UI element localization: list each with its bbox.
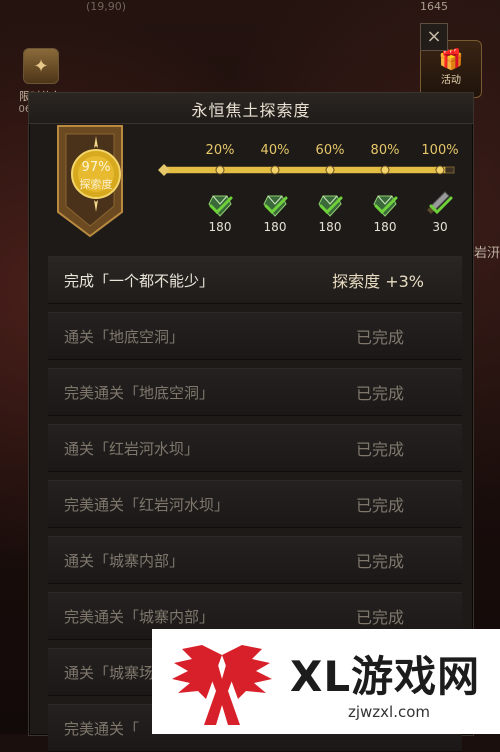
milestone-node-2 [270,165,280,175]
task-name: 完美通关「 [64,720,140,738]
reward-item[interactable]: 180 [310,190,350,234]
milestone-node-5 [435,165,445,175]
watermark: XL游戏网 zjwzxl.com [152,629,500,734]
task-name: 通关「红岩河水坝」 [64,440,200,458]
exploration-emblem: 97% 探索度 [52,122,128,240]
task-row[interactable]: 通关「红岩河水坝」 已完成 [48,424,462,472]
top-status-bar: (19,90) 1645 [0,0,500,18]
reward-item[interactable]: 180 [365,190,405,234]
reward-qty: 180 [263,220,287,234]
close-icon: × [426,26,442,47]
reward-item[interactable]: 180 [200,190,240,234]
winged-x-logo-icon [172,645,272,725]
task-status: 探索度 +3% [332,272,424,291]
task-name: 完美通关「城寨内部」 [64,608,215,626]
task-name: 完美通关「红岩河水坝」 [64,496,230,514]
green-gem-icon [208,195,233,217]
milestone-label: 60% [315,143,345,158]
task-row[interactable]: 通关「地底空洞」 已完成 [48,312,462,360]
milestone-node-4 [380,165,390,175]
panel-header: 永恒焦土探索度 [29,93,473,124]
milestone-label: 80% [370,143,400,158]
progress-track [158,164,455,176]
task-row[interactable]: 通关「城寨内部」 已完成 [48,536,462,584]
close-button[interactable]: × [420,23,448,51]
task-status: 已完成 [355,328,404,347]
watermark-brand: XL游戏网 [290,652,481,701]
task-name: 通关「地底空洞」 [64,328,185,346]
exploration-percent: 97% [81,160,111,175]
milestone-node-1 [215,165,225,175]
watermark-url: zjwzxl.com [348,703,431,721]
reward-qty: 180 [318,220,342,234]
task-name: 通关「城寨内部」 [64,552,185,570]
event-label: 活动 [441,75,461,86]
task-name: 完美通关「地底空洞」 [64,384,215,402]
exploration-label: 探索度 [79,178,113,191]
milestone-label: 20% [205,143,235,158]
gift-box-icon: ✦ [23,48,59,84]
task-name: 完成「一个都不能少」 [64,272,215,290]
green-gem-icon [373,195,398,217]
milestone-node-3 [325,165,335,175]
panel-title: 永恒焦土探索度 [191,101,311,120]
reward-qty: 180 [373,220,397,234]
progress-fill [164,167,446,173]
reward-qty: 180 [208,220,232,234]
task-status: 已完成 [355,440,404,459]
task-name: 通关「城寨场 [64,664,155,682]
reward-qty: 30 [432,220,448,234]
milestone-label: 100% [421,143,459,158]
task-status: 已完成 [355,496,404,515]
top-left-number: (19,90) [86,0,127,13]
green-gem-icon [318,195,343,217]
task-status: 已完成 [355,384,404,403]
task-status: 已完成 [355,608,404,627]
task-row[interactable]: 完美通关「地底空洞」 已完成 [48,368,462,416]
track-start-diamond [158,164,170,176]
task-status: 已完成 [355,552,404,571]
task-row[interactable]: 完成「一个都不能少」 探索度 +3% [48,256,462,304]
milestone-label: 40% [260,143,290,158]
dagger-icon [427,191,453,215]
coin-count: 1645 [420,0,448,13]
side-location-tag[interactable]: 岩汧 [474,242,500,261]
green-gem-icon [263,195,288,217]
task-row[interactable]: 完美通关「红岩河水坝」 已完成 [48,480,462,528]
reward-item[interactable]: 180 [255,190,295,234]
reward-item[interactable]: 30 [420,190,460,234]
